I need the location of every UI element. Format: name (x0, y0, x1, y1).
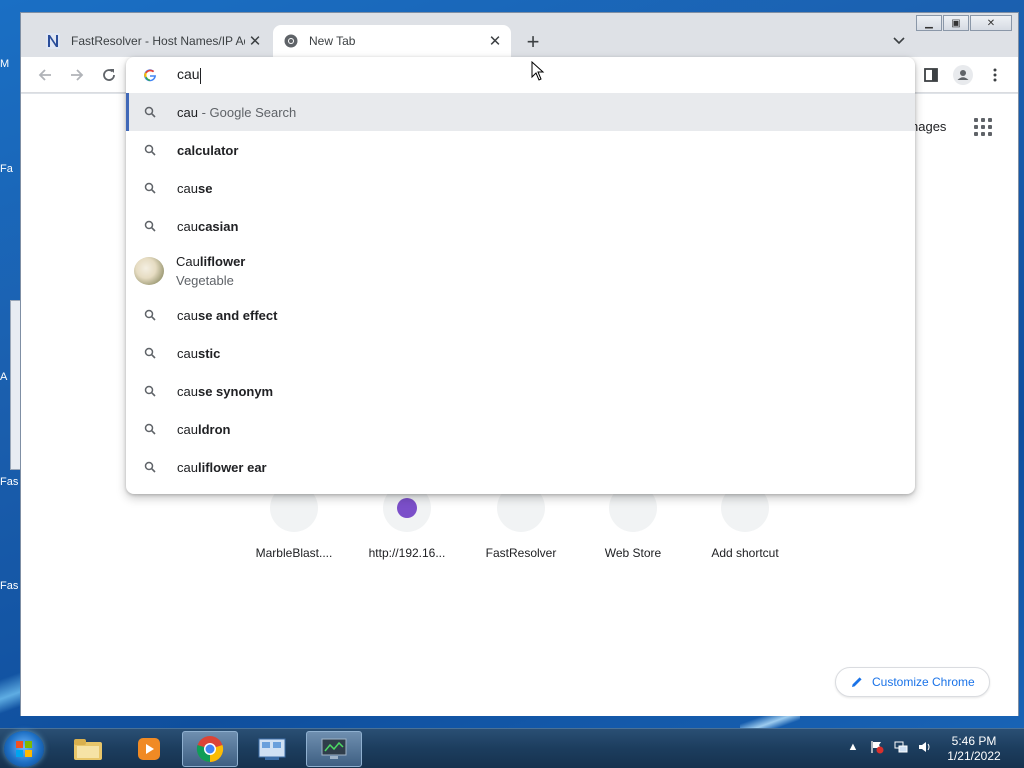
search-icon (142, 421, 158, 437)
suggestion-item[interactable]: caucasian (126, 207, 915, 245)
folder-icon (74, 739, 102, 760)
chrome-icon (283, 33, 299, 49)
google-icon (142, 67, 158, 83)
monitor-icon (321, 738, 347, 759)
suggestion-item[interactable]: cause and effect (126, 296, 915, 334)
search-icon (142, 218, 158, 234)
clock[interactable]: 5:46 PM 1/21/2022 (930, 734, 1018, 764)
add-shortcut-tile[interactable]: Add shortcut (690, 484, 800, 560)
tab-fastresolver[interactable]: FastResolver - Host Names/IP Ad ✕ (35, 25, 271, 57)
omnibox-input[interactable]: cau (177, 66, 201, 84)
menu-icon[interactable] (983, 63, 1007, 87)
desktop-icon-label[interactable]: Fa (0, 163, 14, 175)
search-icon (142, 307, 158, 323)
apps-grid-icon[interactable] (974, 118, 992, 136)
search-icon (142, 104, 158, 120)
chevron-up-icon[interactable]: ▲ (845, 739, 861, 755)
search-icon (142, 142, 158, 158)
chrome-icon (196, 736, 224, 763)
mouse-cursor-icon (531, 61, 545, 81)
explorer-taskbar-button[interactable] (60, 731, 116, 767)
system-tray: ▲ (845, 739, 941, 755)
suggestion-item[interactable]: cauldron (126, 410, 915, 448)
suggestion-item[interactable]: calculator (126, 131, 915, 169)
shortcut-tile[interactable]: Web Store (578, 484, 688, 560)
control-panel-taskbar-button[interactable] (244, 731, 300, 767)
omnibox[interactable]: cau (126, 57, 915, 93)
suggestion-item[interactable]: cauliflower ear (126, 448, 915, 486)
fastresolver-taskbar-button[interactable] (306, 731, 362, 767)
tab-title: FastResolver - Host Names/IP Ad (71, 34, 245, 48)
suggestion-item-entity[interactable]: Cauliflower Vegetable (126, 245, 915, 296)
close-icon[interactable]: ✕ (485, 31, 505, 51)
network-tray-icon[interactable] (893, 739, 909, 755)
chevron-down-icon[interactable] (889, 31, 909, 51)
taskbar: ▲ 5:46 PM 1/21/2022 (0, 728, 1024, 768)
chrome-taskbar-button[interactable] (182, 731, 238, 767)
tab-title: New Tab (309, 34, 356, 48)
profile-avatar[interactable] (951, 63, 975, 87)
suggestion-item[interactable]: cause (126, 169, 915, 207)
search-icon (142, 345, 158, 361)
shortcut-label: Add shortcut (711, 546, 779, 560)
suggestion-subtitle: Vegetable (176, 272, 234, 288)
start-button[interactable] (4, 731, 44, 767)
forward-icon[interactable] (65, 63, 89, 87)
customize-chrome-button[interactable]: Customize Chrome (835, 667, 990, 697)
desktop-icon-label[interactable]: Fas (0, 476, 18, 488)
new-tab-button[interactable]: + (521, 29, 545, 54)
search-icon (142, 180, 158, 196)
tab-strip: FastResolver - Host Names/IP Ad ✕ New Ta… (21, 13, 1018, 57)
clock-date: 1/21/2022 (947, 749, 1001, 763)
suggestion-item[interactable]: cau - Google Search (126, 93, 915, 131)
shortcut-label: http://192.16... (368, 546, 446, 560)
tab-new-tab[interactable]: New Tab ✕ (273, 25, 511, 57)
cauliflower-image (134, 256, 164, 285)
search-icon (142, 383, 158, 399)
action-center-flag-icon[interactable] (869, 739, 885, 755)
media-player-icon (138, 738, 160, 760)
shortcut-tile[interactable]: http://192.16... (352, 484, 462, 560)
images-link[interactable]: nages (911, 119, 946, 134)
customize-label: Customize Chrome (872, 675, 975, 689)
shortcut-tile[interactable]: FastResolver (466, 484, 576, 560)
media-player-taskbar-button[interactable] (121, 731, 177, 767)
search-icon (142, 459, 158, 475)
window-controls: ▁ ▣ ✕ (915, 15, 1012, 31)
shortcut-label: Web Store (604, 546, 662, 560)
omnibox-dropdown: cau cau - Google Search calculator cause… (126, 57, 915, 494)
desktop-icon-label[interactable]: Fas (0, 580, 18, 592)
reload-icon[interactable] (97, 63, 121, 87)
clock-time: 5:46 PM (951, 734, 997, 748)
network-icon (258, 738, 286, 760)
suggestion-item[interactable]: caustic (126, 334, 915, 372)
close-icon[interactable]: ✕ (245, 31, 265, 51)
suggestion-item[interactable]: cause synonym (126, 372, 915, 410)
back-icon[interactable] (33, 63, 57, 87)
close-window-button[interactable]: ✕ (970, 15, 1012, 31)
shortcut-tile[interactable]: MarbleBlast.... (239, 484, 349, 560)
fastresolver-icon (45, 33, 61, 49)
minimize-button[interactable]: ▁ (916, 15, 942, 31)
windows-logo-icon (16, 741, 32, 757)
restore-button[interactable]: ▣ (943, 15, 969, 31)
shortcut-label: FastResolver (485, 546, 557, 560)
pencil-icon (852, 677, 862, 687)
desktop-icon-label[interactable]: M (0, 58, 14, 70)
side-panel-icon[interactable] (919, 63, 943, 87)
shortcut-label: MarbleBlast.... (255, 546, 333, 560)
